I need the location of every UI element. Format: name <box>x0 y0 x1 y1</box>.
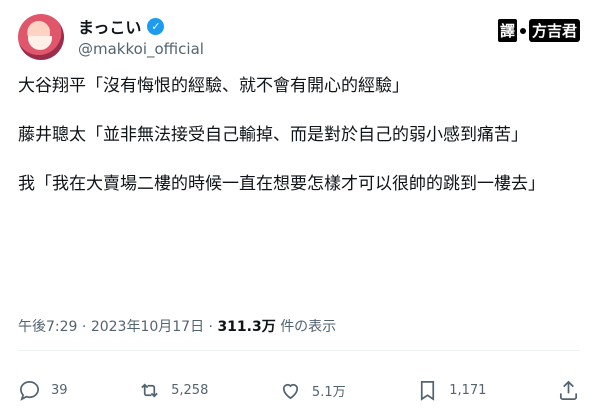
author-handle[interactable]: @makkoi_official <box>78 40 204 58</box>
action-bar: 39 5,258 5.1万 1,171 <box>18 370 580 410</box>
reply-button[interactable]: 39 <box>18 379 68 402</box>
tweet-text: 大谷翔平「沒有悔恨的經驗、就不會有開心的經驗」 藤井聰太「並非無法接受自己輸掉、… <box>18 74 584 221</box>
meta-separator-2: · <box>208 319 213 335</box>
bookmark-button[interactable]: 1,171 <box>416 379 486 402</box>
reply-icon <box>20 380 39 401</box>
retweet-icon <box>141 383 158 397</box>
retweet-button[interactable]: 5,258 <box>138 379 208 402</box>
like-count: 5.1万 <box>311 384 346 400</box>
bookmark-count: 1,171 <box>449 382 487 398</box>
meta-separator: · <box>81 319 87 335</box>
watermark-part2: 方吉君 <box>528 19 580 42</box>
tweet-paragraph-3: 我「我在大賣場二樓的時候一直在想要怎樣才可以很帥的跳到一樓去」 <box>18 174 545 194</box>
view-count-label: 件の表示 <box>280 319 337 335</box>
divider <box>18 350 580 351</box>
tweet-paragraph-1: 大谷翔平「沒有悔恨的經驗、就不會有開心的經驗」 <box>18 76 409 96</box>
watermark-dot <box>519 27 526 34</box>
watermark-part1: 譯 <box>497 19 517 42</box>
translator-watermark: 譯 方吉君 <box>497 19 580 42</box>
author-name[interactable]: まっこい <box>78 14 141 38</box>
retweet-count: 5,258 <box>171 382 209 398</box>
tweet-date[interactable]: 2023年10月17日 <box>91 319 204 335</box>
bookmark-icon <box>421 380 435 401</box>
like-button[interactable]: 5.1万 <box>279 379 346 402</box>
share-icon <box>559 380 578 400</box>
share-button[interactable] <box>557 379 580 402</box>
verified-badge-icon: ✓ <box>147 17 165 35</box>
tweet-meta: 午後7:29 · 2023年10月17日 · 311.3万 件の表示 <box>18 316 336 336</box>
view-count: 311.3万 <box>217 319 276 335</box>
reply-count: 39 <box>51 382 68 398</box>
tweet-paragraph-2: 藤井聰太「並非無法接受自己輸掉、而是對於自己的弱小感到痛苦」 <box>18 125 528 145</box>
author-name-row[interactable]: まっこい ✓ <box>78 14 165 38</box>
heart-icon <box>282 383 298 399</box>
avatar[interactable] <box>18 14 64 60</box>
tweet-time[interactable]: 午後7:29 <box>18 319 77 335</box>
